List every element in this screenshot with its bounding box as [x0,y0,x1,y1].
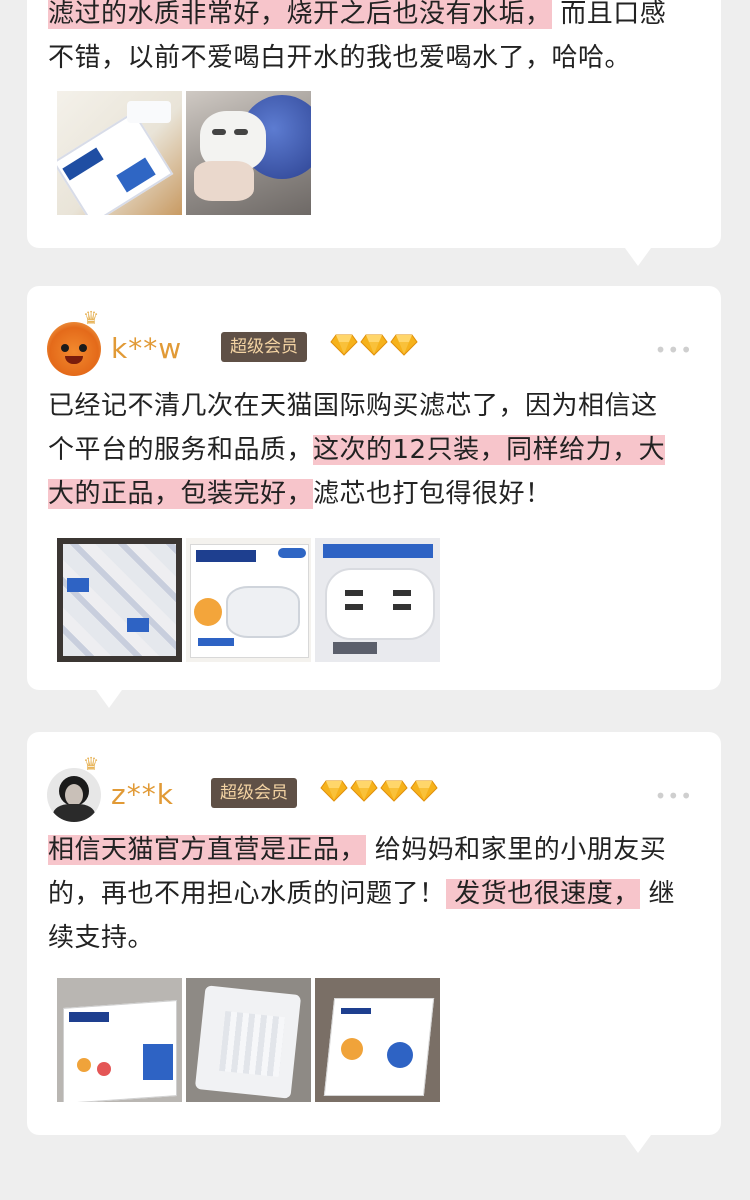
review-card-2: ♛ k**w 超级会员 ••• 已经记不清几次在天猫国际购买滤芯了，因为相信这个… [27,286,721,690]
review-text-segment: 个平台的服务和品质， [48,435,314,465]
member-badge: 超级会员 [211,778,297,808]
highlighted-text: 滤过的水质非常好，烧开之后也没有水垢， [48,0,552,29]
review-text: 滤过的水质非常好，烧开之后也没有水垢， 而且口感不错，以前不爱喝白开水的我也爱喝… [48,0,707,80]
more-options-icon[interactable]: ••• [655,338,693,362]
review-text-line: 的，再也不用担心水质的问题了！ 发货也很速度， 继 [48,872,707,916]
review-text-segment: 而且口感 [551,0,667,29]
highlighted-text: 相信天猫官方直营是正品， [48,835,367,865]
more-options-icon[interactable]: ••• [655,784,693,808]
highlighted-text: 这次的12只装，同样给力，大 [313,435,666,465]
member-level [320,780,438,802]
diamond-icon [380,780,408,802]
card-tail [625,1135,651,1153]
card-tail [96,690,122,708]
review-image[interactable] [186,91,311,215]
review-text-segment: 续支持。 [48,923,155,953]
review-text-line: 大的正品，包装完好，滤芯也打包得很好！ [48,472,707,516]
review-header: ♛ k**w 超级会员 ••• [47,308,697,376]
avatar[interactable] [47,768,101,822]
diamond-icon [350,780,378,802]
review-images [57,91,311,215]
member-level [330,334,418,356]
review-text-line: 续支持。 [48,916,707,960]
review-text-segment: 不错，以前不爱喝白开水的我也爱喝水了，哈哈。 [48,43,632,73]
username[interactable]: k**w [111,332,182,365]
avatar[interactable] [47,322,101,376]
diamond-icon [390,334,418,356]
review-card-3: ♛ z**k 超级会员 ••• 相信天猫官方直营是正品， 给妈妈和家里的小朋友买… [27,732,721,1135]
review-text: 相信天猫官方直营是正品， 给妈妈和家里的小朋友买 的，再也不用担心水质的问题了！ … [48,828,707,960]
member-badge: 超级会员 [221,332,307,362]
review-text-segment: 给妈妈和家里的小朋友买 [366,835,667,865]
review-image[interactable] [57,538,182,662]
review-image[interactable] [57,978,182,1102]
crown-icon: ♛ [83,308,100,329]
card-tail [625,248,651,266]
review-image[interactable] [315,538,440,662]
review-text-line: 相信天猫官方直营是正品， 给妈妈和家里的小朋友买 [48,828,707,872]
diamond-icon [320,780,348,802]
review-text-segment: 已经记不清几次在天猫国际购买滤芯了，因为相信这 [48,391,658,421]
review-text-line: 个平台的服务和品质，这次的12只装，同样给力，大 [48,428,707,472]
diamond-icon [410,780,438,802]
username[interactable]: z**k [111,778,174,811]
review-images [57,978,440,1102]
review-image[interactable] [315,978,440,1102]
review-image[interactable] [186,538,311,662]
review-text-line: 已经记不清几次在天猫国际购买滤芯了，因为相信这 [48,384,707,428]
review-header: ♛ z**k 超级会员 ••• [47,754,697,822]
diamond-icon [360,334,388,356]
review-text-segment: 继 [639,879,676,909]
review-images [57,538,440,662]
highlighted-text: 发货也很速度， [445,879,640,909]
diamond-icon [330,334,358,356]
highlighted-text: 大的正品，包装完好， [48,479,314,509]
review-text-segment: 的，再也不用担心水质的问题了！ [48,879,446,909]
review-text-line: 滤过的水质非常好，烧开之后也没有水垢， 而且口感 [48,0,707,36]
review-text-segment: 滤芯也打包得很好！ [313,479,552,509]
review-text-line: 不错，以前不爱喝白开水的我也爱喝水了，哈哈。 [48,36,707,80]
crown-icon: ♛ [83,754,100,775]
review-image[interactable] [57,91,182,215]
review-text: 已经记不清几次在天猫国际购买滤芯了，因为相信这 个平台的服务和品质，这次的12只装… [48,384,707,516]
review-card-1: 滤过的水质非常好，烧开之后也没有水垢， 而且口感不错，以前不爱喝白开水的我也爱喝… [27,0,721,248]
review-image[interactable] [186,978,311,1102]
